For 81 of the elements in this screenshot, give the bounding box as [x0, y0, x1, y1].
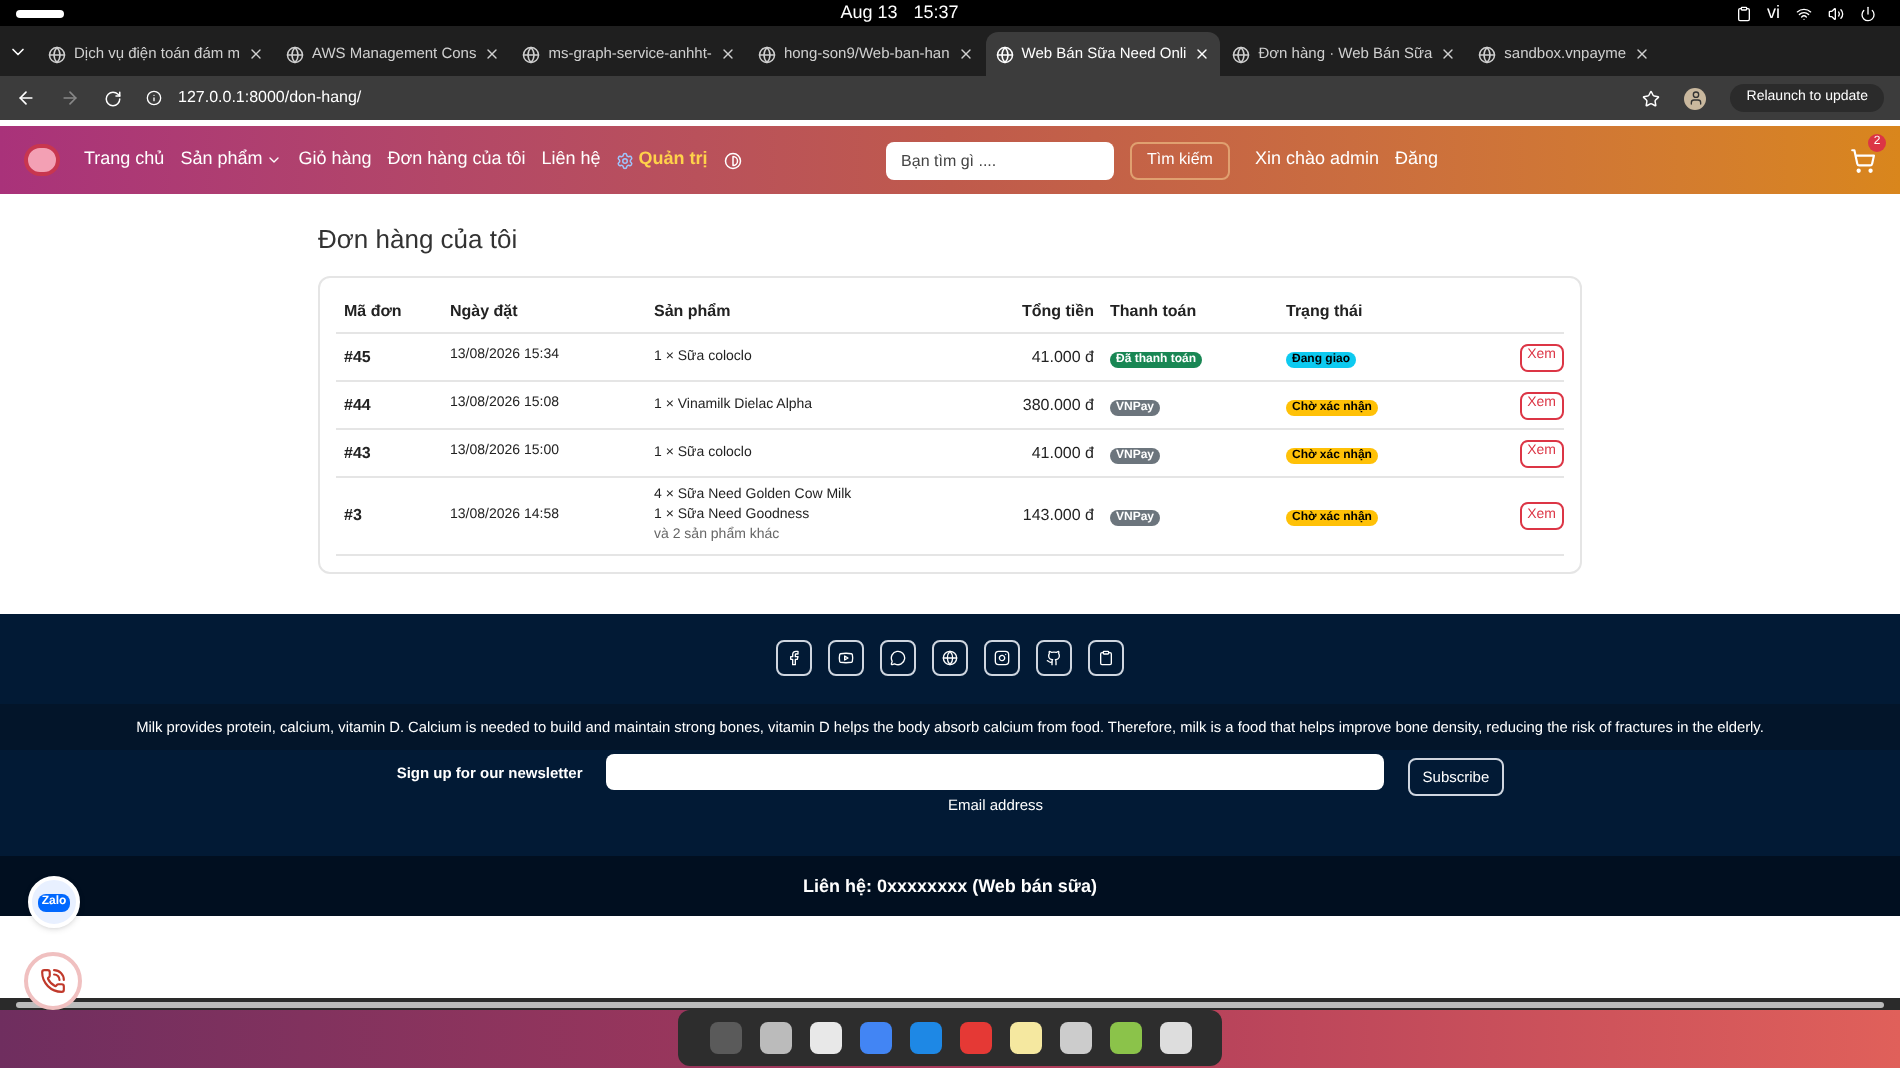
nav-link[interactable]: Trang chủ [84, 146, 165, 174]
forward-icon[interactable] [60, 88, 80, 108]
scrollbar[interactable] [0, 998, 1900, 1010]
nav-link[interactable]: Đơn hàng của tôi [387, 146, 526, 174]
globe-icon [285, 45, 304, 63]
profile-avatar[interactable] [1684, 87, 1707, 109]
close-icon[interactable] [957, 46, 974, 62]
phone-icon [40, 968, 66, 995]
date-text: Aug 13 [840, 0, 898, 26]
globe-icon [48, 45, 66, 63]
globe-icon [1232, 45, 1251, 63]
social-link[interactable] [880, 640, 916, 676]
bookmark-icon[interactable] [1642, 89, 1661, 107]
order-id: #3 [336, 477, 450, 555]
call-button[interactable] [24, 952, 82, 1011]
order-id: #45 [336, 333, 450, 381]
app-icon[interactable] [759, 1022, 791, 1054]
column-header: Ngày đặt [450, 293, 654, 333]
order-id: #44 [336, 381, 450, 429]
globe-icon [1478, 45, 1497, 63]
clipboard-icon[interactable] [1735, 5, 1751, 21]
volume-icon[interactable] [1828, 5, 1844, 21]
order-total: 41.000 đ [1014, 429, 1110, 477]
greeting-text: Xin chào admin [1254, 146, 1379, 173]
close-icon[interactable] [247, 46, 264, 62]
email-field[interactable] [606, 754, 1385, 791]
github-icon [1046, 650, 1062, 666]
language-indicator[interactable]: vi [1767, 0, 1780, 27]
instagram-icon [994, 650, 1010, 666]
logo-icon[interactable] [24, 144, 60, 176]
app-icon[interactable] [1009, 1022, 1041, 1054]
social-link[interactable] [776, 640, 812, 676]
app-icon[interactable] [1159, 1022, 1191, 1054]
back-icon[interactable] [16, 88, 36, 108]
gear-icon [616, 151, 635, 169]
messenger-icon [890, 650, 906, 666]
column-header: Mã đơn [336, 293, 450, 333]
social-link[interactable] [984, 640, 1020, 676]
order-id: #43 [336, 429, 450, 477]
column-header: Thanh toán [1110, 293, 1286, 333]
order-total: 41.000 đ [1014, 333, 1110, 381]
column-header: Tổng tiền [1014, 293, 1110, 333]
power-icon[interactable] [1860, 5, 1876, 21]
contact-text: Liên hệ: 0xxxxxxxx (Web bán sữa) [803, 873, 1097, 900]
search-field[interactable]: Bạn tìm gì .... [885, 141, 1114, 179]
column-header: Sản phẩm [654, 293, 1014, 333]
time-text: 15:37 [913, 0, 959, 26]
address-field[interactable]: 127.0.0.1:8000/don-hang/ [146, 86, 1619, 110]
app-icon[interactable] [1059, 1022, 1091, 1054]
nav-link[interactable]: Sản phẩm [180, 146, 283, 174]
youtube-icon [838, 650, 854, 666]
close-icon[interactable] [1440, 46, 1457, 62]
page-title: Đơn hàng của tôi [318, 222, 520, 258]
nav-link[interactable]: Giỏ hàng [298, 146, 372, 174]
globe-icon [522, 45, 541, 63]
admin-link[interactable]: Quản trị [616, 146, 708, 174]
close-icon[interactable] [484, 46, 501, 62]
close-icon[interactable] [1634, 46, 1651, 62]
order-total: 380.000 đ [1014, 381, 1110, 429]
globe-icon [995, 45, 1014, 63]
order-total: 143.000 đ [1014, 477, 1110, 555]
url-text: 127.0.0.1:8000/don-hang/ [178, 86, 362, 110]
app-icon[interactable] [1109, 1022, 1141, 1054]
logout-link[interactable]: Đăng [1394, 146, 1438, 174]
social-link[interactable] [932, 640, 968, 676]
search-button[interactable]: Tìm kiếm [1129, 141, 1231, 179]
nav-link[interactable]: Liên hệ [541, 146, 601, 174]
close-icon[interactable] [719, 46, 736, 62]
workspace-indicator[interactable] [16, 9, 64, 17]
social-link[interactable] [1088, 640, 1124, 676]
cart-icon[interactable] [1850, 147, 1876, 173]
info-icon [146, 90, 162, 106]
theme-toggle-icon[interactable] [723, 151, 742, 169]
column-header: Trạng thái [1286, 293, 1473, 333]
app-icon[interactable] [809, 1022, 841, 1054]
facebook-icon [786, 650, 802, 666]
reload-icon[interactable] [104, 89, 122, 107]
social-link[interactable] [1036, 640, 1072, 676]
network-icon[interactable] [1796, 5, 1812, 21]
globe-icon [757, 45, 776, 63]
social-link[interactable] [828, 640, 864, 676]
